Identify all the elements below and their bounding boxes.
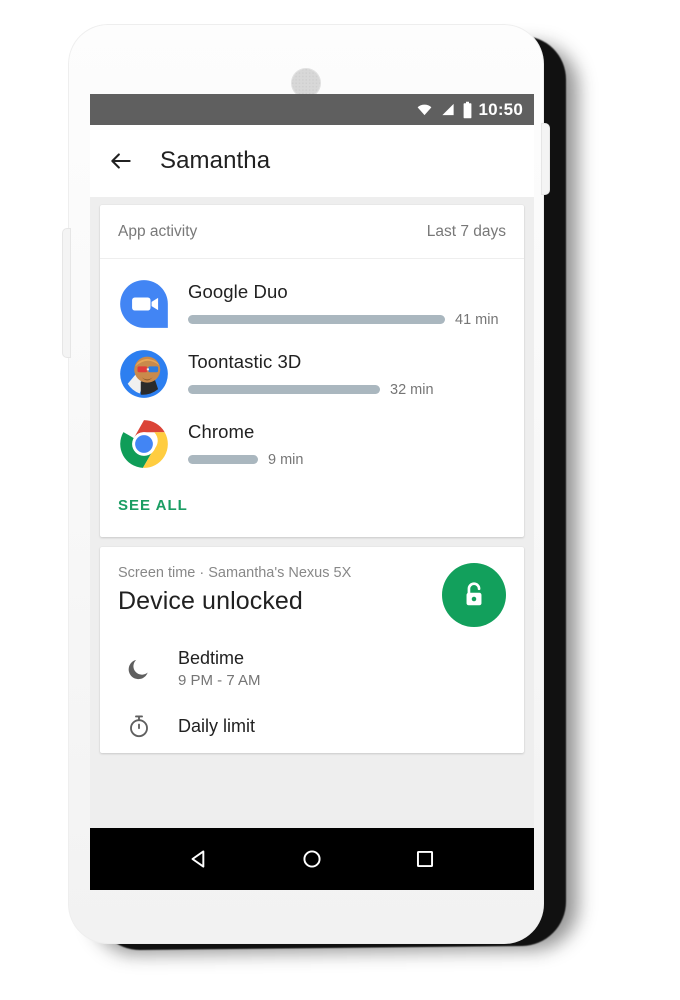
app-row-google-duo[interactable]: Google Duo 41 min	[100, 269, 524, 339]
app-activity-period[interactable]: Last 7 days	[427, 223, 506, 241]
app-bar: Samantha	[90, 125, 534, 197]
setting-title: Daily limit	[178, 715, 256, 736]
recents-nav-button[interactable]	[412, 846, 438, 872]
app-usage-bar-line: 41 min	[188, 312, 506, 328]
usage-time: 32 min	[390, 381, 434, 398]
setting-text-daily-limit: Daily limit	[178, 716, 255, 737]
app-activity-title: App activity	[118, 222, 198, 240]
unlocked-padlock-icon[interactable]	[442, 563, 506, 627]
app-activity-header: App activity Last 7 days	[100, 205, 524, 259]
setting-text-bedtime: Bedtime 9 PM - 7 AM	[178, 648, 261, 689]
phone-screen: 10:50 Samantha App activity Last 7 days	[90, 94, 534, 890]
setting-title: Bedtime	[178, 648, 245, 668]
battery-icon	[462, 101, 473, 119]
usage-bar	[188, 385, 380, 394]
wifi-icon	[415, 102, 434, 117]
volume-rocker-button[interactable]	[63, 229, 70, 357]
cellular-signal-icon	[440, 102, 456, 117]
toontastic-3d-icon	[118, 348, 170, 400]
app-info-chrome: Chrome 9 min	[188, 421, 506, 468]
screen-content: App activity Last 7 days Google Duo 41 m…	[90, 197, 534, 890]
app-row-chrome[interactable]: Chrome 9 min	[100, 409, 524, 479]
usage-bar	[188, 455, 258, 464]
status-bar: 10:50	[90, 94, 534, 125]
app-row-toontastic-3d[interactable]: Toontastic 3D 32 min	[100, 339, 524, 409]
back-arrow-icon[interactable]	[108, 148, 134, 174]
back-nav-button[interactable]	[186, 846, 212, 872]
stopwatch-icon	[126, 713, 152, 739]
app-activity-list: Google Duo 41 min Toontastic 3D 32 min C…	[100, 259, 524, 481]
app-name: Chrome	[188, 420, 255, 442]
status-bar-clock: 10:50	[478, 99, 523, 119]
chrome-icon	[118, 418, 170, 470]
see-all-row: SEE ALL	[100, 481, 524, 537]
app-name: Google Duo	[188, 280, 288, 302]
setting-row-bedtime[interactable]: Bedtime 9 PM - 7 AM	[118, 638, 506, 703]
android-navigation-bar	[90, 828, 534, 890]
app-usage-bar-line: 32 min	[188, 382, 506, 398]
app-info-toontastic-3d: Toontastic 3D 32 min	[188, 351, 506, 398]
google-duo-icon	[118, 278, 170, 330]
setting-subtitle: 9 PM - 7 AM	[178, 672, 261, 689]
app-usage-bar-line: 9 min	[188, 452, 506, 468]
app-name: Toontastic 3D	[188, 350, 302, 372]
app-info-google-duo: Google Duo 41 min	[188, 281, 506, 328]
usage-time: 41 min	[455, 311, 499, 328]
usage-time: 9 min	[268, 451, 304, 468]
setting-row-daily-limit[interactable]: Daily limit	[118, 703, 506, 753]
page-title: Samantha	[160, 147, 271, 174]
usage-bar	[188, 315, 445, 324]
screenshot-scene: 10:50 Samantha App activity Last 7 days	[0, 0, 680, 1000]
screen-time-card: Screen time · Samantha's Nexus 5X Device…	[100, 547, 524, 753]
app-activity-card: App activity Last 7 days Google Duo 41 m…	[100, 205, 524, 537]
power-button[interactable]	[542, 124, 549, 194]
moon-icon	[126, 656, 152, 682]
home-nav-button[interactable]	[299, 846, 325, 872]
see-all-button[interactable]: SEE ALL	[118, 497, 188, 514]
